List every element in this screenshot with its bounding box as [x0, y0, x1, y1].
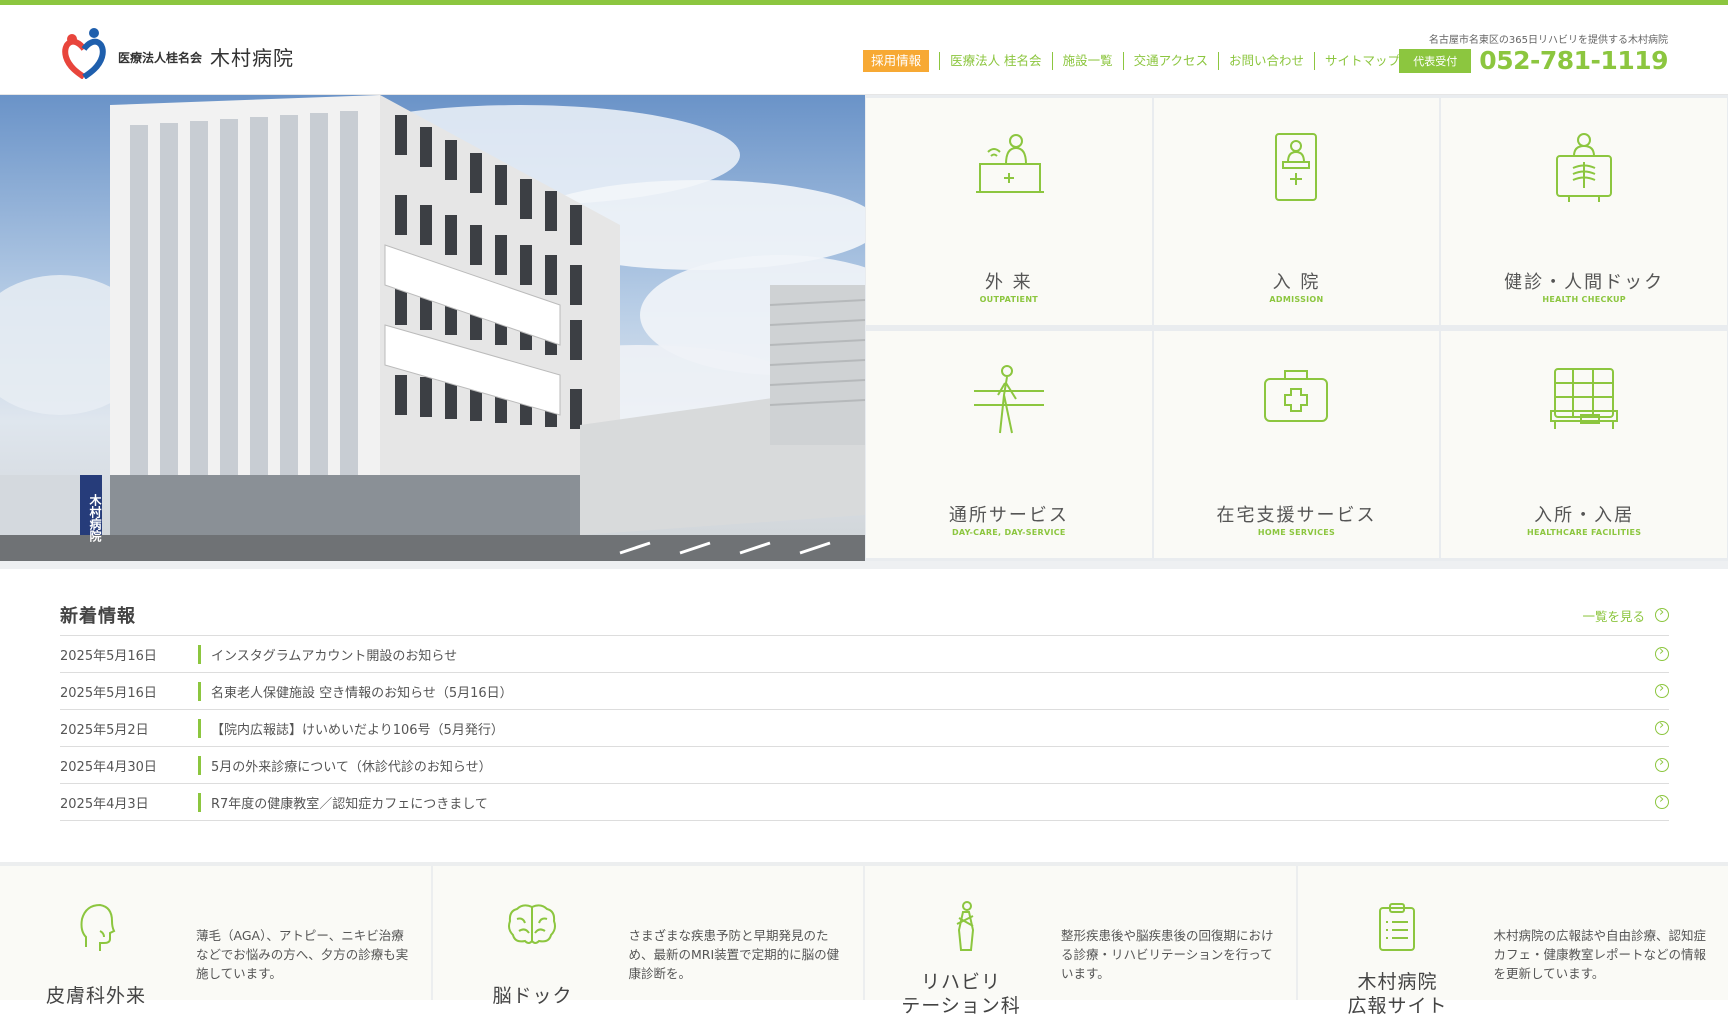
card-title: 脳ドック: [473, 984, 593, 1008]
service-daycare[interactable]: 通所サービス DAY-CARE, DAY-SERVICE: [866, 331, 1152, 558]
news-text[interactable]: インスタグラムアカウント開設のお知らせ: [211, 645, 457, 664]
news-date: 2025年4月3日: [60, 793, 198, 812]
circle-arrow-icon: [1655, 758, 1669, 772]
circle-arrow-icon: [1655, 647, 1669, 661]
news-more-label: 一覧を見る: [1582, 606, 1645, 625]
xray-person-icon: [1549, 132, 1619, 202]
card-dermatology[interactable]: 皮膚科外来 薄毛（AGA）、アトピー、ニキビ治療などでお悩みの方へ、夕方の診療も…: [0, 866, 431, 1000]
logo-hospital-name: 木村病院: [210, 42, 294, 71]
building-illustration: [0, 95, 865, 561]
card-brain-dock[interactable]: 脳ドック さまざまな疾患予防と早期発見のため、最新のMRI装置で定期的に脳の健康…: [433, 866, 864, 1000]
head-profile-icon: [78, 903, 116, 953]
phone-badge: 代表受付: [1399, 49, 1471, 73]
news-accent-bar: [198, 682, 201, 701]
service-health-checkup[interactable]: 健診・人間ドック HEALTH CHECKUP: [1441, 98, 1727, 325]
hospital-sign: 木村病院: [84, 483, 102, 553]
news-date: 2025年4月30日: [60, 756, 198, 775]
nav-contact[interactable]: お問い合わせ: [1218, 52, 1314, 70]
service-label-en: DAY-CARE, DAY-SERVICE: [952, 528, 1066, 537]
card-description: 整形疾患後や脳疾患後の回復期における診療・リハビリテーションを行っています。: [1061, 926, 1279, 983]
card-description: 木村病院の広報誌や自由診療、認知症カフェ・健康教室レポートなどの情報を更新してい…: [1494, 926, 1712, 983]
service-facilities[interactable]: 入所・入居 HEALTHCARE FACILITIES: [1441, 331, 1727, 558]
card-pr-site[interactable]: 木村病院 広報サイト 木村病院の広報誌や自由診療、認知症カフェ・健康教室レポート…: [1298, 866, 1728, 1000]
nav-recruit[interactable]: 採用情報: [863, 50, 929, 72]
site-logo[interactable]: 医療法人桂名会 木村病院: [60, 27, 294, 79]
news-date: 2025年5月16日: [60, 645, 198, 664]
card-description: 薄毛（AGA）、アトピー、ニキビ治療などでお悩みの方へ、夕方の診療も実施していま…: [196, 926, 414, 983]
news-section: 新着情報 一覧を見る 2025年5月16日 インスタグラムアカウント開設のお知ら…: [60, 595, 1669, 821]
news-accent-bar: [198, 793, 201, 812]
service-label-en: HEALTH CHECKUP: [1542, 295, 1626, 304]
card-title: 木村病院 広報サイト: [1338, 970, 1458, 1018]
news-item[interactable]: 2025年5月16日 名東老人保健施設 空き情報のお知らせ（5月16日）: [60, 673, 1669, 710]
news-text[interactable]: 名東老人保健施設 空き情報のお知らせ（5月16日）: [211, 682, 513, 701]
news-more-link[interactable]: 一覧を見る: [1582, 606, 1669, 625]
service-label-en: HEALTHCARE FACILITIES: [1527, 528, 1641, 537]
card-title: リハビリ テーション科: [901, 970, 1021, 1018]
card-title: 皮膚科外来: [36, 984, 156, 1008]
circle-arrow-icon: [1655, 721, 1669, 735]
circle-arrow-icon: [1655, 608, 1669, 622]
site-header: 医療法人桂名会 木村病院 採用情報 医療法人 桂名会 施設一覧 交通アクセス お…: [0, 5, 1728, 95]
hospital-building-photo: 木村病院: [0, 95, 865, 561]
logo-corp-name: 医療法人桂名会: [118, 49, 202, 66]
patient-tag-icon: [1261, 132, 1331, 202]
service-label: 在宅支援サービス: [1216, 501, 1376, 527]
service-label: 通所サービス: [949, 501, 1069, 527]
circle-arrow-icon: [1655, 684, 1669, 698]
news-list: 2025年5月16日 インスタグラムアカウント開設のお知らせ 2025年5月16…: [60, 635, 1669, 821]
news-title: 新着情報: [60, 602, 136, 628]
news-item[interactable]: 2025年5月2日 【院内広報誌】けいめいだより106号（5月発行）: [60, 710, 1669, 747]
service-label: 外 来: [985, 268, 1033, 294]
circle-arrow-icon: [1655, 795, 1669, 809]
hero-section: 木村病院 外 来 OUTPATIENT 入 院 ADMISSION: [0, 95, 1728, 571]
service-label: 健診・人間ドック: [1504, 268, 1664, 294]
news-item[interactable]: 2025年5月16日 インスタグラムアカウント開設のお知らせ: [60, 636, 1669, 673]
nav-corporation[interactable]: 医療法人 桂名会: [939, 52, 1051, 70]
news-text[interactable]: 5月の外来診療について（休診代診のお知らせ）: [211, 756, 492, 775]
service-grid: 外 来 OUTPATIENT 入 院 ADMISSION 健診・人間ドック HE…: [865, 95, 1728, 561]
nav-sitemap[interactable]: サイトマップ: [1314, 52, 1410, 70]
service-label-en: OUTPATIENT: [980, 295, 1039, 304]
service-home[interactable]: 在宅支援サービス HOME SERVICES: [1154, 331, 1440, 558]
phone-contact[interactable]: 代表受付 052-781-1119: [1399, 46, 1668, 75]
feature-cards: 皮膚科外来 薄毛（AGA）、アトピー、ニキビ治療などでお悩みの方へ、夕方の診療も…: [0, 862, 1728, 1000]
news-accent-bar: [198, 719, 201, 738]
nav-facilities[interactable]: 施設一覧: [1052, 52, 1123, 70]
news-text[interactable]: R7年度の健康教室／認知症カフェにつきまして: [211, 793, 488, 812]
news-header: 新着情報 一覧を見る: [60, 595, 1669, 635]
news-accent-bar: [198, 756, 201, 775]
brain-icon: [507, 903, 557, 947]
clipboard-icon: [1378, 902, 1416, 952]
phone-number[interactable]: 052-781-1119: [1479, 46, 1668, 75]
card-rehabilitation[interactable]: リハビリ テーション科 整形疾患後や脳疾患後の回復期における診療・リハビリテーシ…: [865, 866, 1296, 1000]
walking-bars-icon: [974, 365, 1044, 435]
service-outpatient[interactable]: 外 来 OUTPATIENT: [866, 98, 1152, 325]
rehab-person-icon: [953, 900, 979, 952]
news-date: 2025年5月16日: [60, 682, 198, 701]
service-label-en: HOME SERVICES: [1258, 528, 1335, 537]
hospital-logo-icon: [60, 27, 108, 79]
news-text[interactable]: 【院内広報誌】けいめいだより106号（5月発行）: [211, 719, 504, 738]
service-label-en: ADMISSION: [1269, 295, 1323, 304]
service-label: 入 院: [1273, 268, 1321, 294]
nav-access[interactable]: 交通アクセス: [1123, 52, 1218, 70]
service-admission[interactable]: 入 院 ADMISSION: [1154, 98, 1440, 325]
hero-bottom-divider: [0, 561, 1728, 569]
news-date: 2025年5月2日: [60, 719, 198, 738]
header-tagline: 名古屋市名東区の365日リハビリを提供する木村病院: [1429, 31, 1668, 46]
global-nav: 採用情報 医療法人 桂名会 施設一覧 交通アクセス お問い合わせ サイトマップ: [863, 50, 1410, 72]
medical-bag-icon: [1261, 365, 1331, 435]
news-accent-bar: [198, 645, 201, 664]
service-label: 入所・入居: [1534, 501, 1634, 527]
facility-icon: [1549, 365, 1619, 435]
reception-desk-icon: [974, 132, 1044, 202]
card-description: さまざまな疾患予防と早期発見のため、最新のMRI装置で定期的に脳の健康診断を。: [629, 926, 847, 983]
news-item[interactable]: 2025年4月3日 R7年度の健康教室／認知症カフェにつきまして: [60, 784, 1669, 821]
news-item[interactable]: 2025年4月30日 5月の外来診療について（休診代診のお知らせ）: [60, 747, 1669, 784]
